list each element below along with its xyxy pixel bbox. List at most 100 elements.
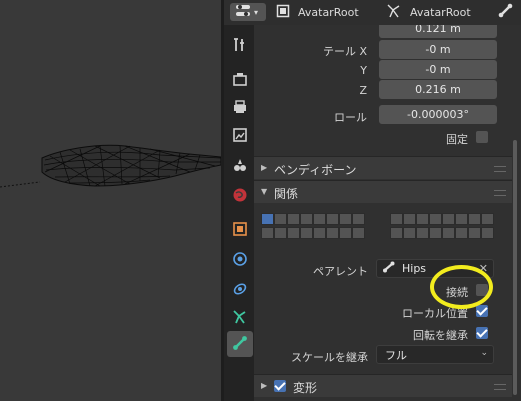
layer-toggle[interactable] xyxy=(468,227,481,239)
bone-properties: 0.121 m テール X -0 m Y -0 m Z 0.216 m ロール … xyxy=(254,25,521,401)
layer-toggle[interactable] xyxy=(339,227,352,239)
constraint-icon xyxy=(232,281,248,300)
pin-button[interactable] xyxy=(498,3,514,21)
chevron-down-icon: ⌄ xyxy=(480,348,488,358)
roll-label: ロール xyxy=(334,111,367,124)
layer-toggle[interactable] xyxy=(313,227,326,239)
layer-toggle[interactable] xyxy=(390,213,403,225)
panel-relations[interactable]: ▼ 関係 xyxy=(254,180,512,203)
layer-toggle[interactable] xyxy=(261,213,274,225)
layer-toggle[interactable] xyxy=(352,213,365,225)
layer-toggle[interactable] xyxy=(261,227,274,239)
layer-toggle[interactable] xyxy=(403,227,416,239)
object-icon xyxy=(232,221,248,240)
drag-handle[interactable] xyxy=(494,384,506,390)
panel-bendy-bones-title: ベンディボーン xyxy=(274,163,357,177)
armature-name: AvatarRoot xyxy=(410,5,471,19)
printer-icon xyxy=(232,99,248,118)
layer-toggle[interactable] xyxy=(326,227,339,239)
tail-x-field[interactable]: -0 m xyxy=(379,40,497,59)
wireframe-mesh xyxy=(0,144,221,188)
render-icon xyxy=(232,71,248,90)
panel-bendy-bones[interactable]: ▶ ベンディボーン xyxy=(254,156,512,179)
roll-field[interactable]: -0.000003° xyxy=(379,105,497,124)
disclosure-triangle-icon: ▶ xyxy=(261,163,268,172)
layer-toggle[interactable] xyxy=(429,227,442,239)
tab-object-data-armature[interactable] xyxy=(227,305,253,331)
layer-toggle[interactable] xyxy=(326,213,339,225)
object-breadcrumb[interactable]: AvatarRoot xyxy=(276,3,359,21)
tail-z-field[interactable]: 0.216 m xyxy=(379,80,497,99)
layer-toggle[interactable] xyxy=(390,227,403,239)
drag-handle[interactable] xyxy=(494,166,506,172)
editor-type-selector[interactable]: ▾ xyxy=(230,3,266,21)
layer-toggle[interactable] xyxy=(416,227,429,239)
armature-icon xyxy=(386,3,402,22)
layer-toggle[interactable] xyxy=(274,227,287,239)
lock-checkbox[interactable] xyxy=(476,131,488,143)
image-icon xyxy=(232,127,248,146)
local-location-checkbox[interactable] xyxy=(476,305,488,317)
head-z-field[interactable]: 0.121 m xyxy=(379,25,497,38)
layer-toggle[interactable] xyxy=(313,213,326,225)
layer-toggle[interactable] xyxy=(352,227,365,239)
bone-pin-icon xyxy=(498,3,514,22)
layer-toggle[interactable] xyxy=(455,213,468,225)
properties-tabs xyxy=(224,25,254,401)
tail-y-label: Y xyxy=(360,64,367,77)
layer-toggle[interactable] xyxy=(468,213,481,225)
deform-checkbox[interactable] xyxy=(274,380,286,392)
scrollbar[interactable] xyxy=(513,140,517,395)
layer-toggle[interactable] xyxy=(274,213,287,225)
tail-y-field[interactable]: -0 m xyxy=(379,60,497,79)
tab-scene[interactable] xyxy=(227,153,253,179)
tab-object[interactable] xyxy=(227,217,253,243)
inherit-rotation-label: 回転を継承 xyxy=(413,329,468,342)
lock-label: 固定 xyxy=(446,133,468,146)
parent-value: Hips xyxy=(402,262,427,275)
layer-toggle[interactable] xyxy=(300,227,313,239)
layer-toggle[interactable] xyxy=(442,213,455,225)
drag-handle[interactable] xyxy=(494,190,506,196)
tab-physics[interactable] xyxy=(227,247,253,273)
3d-viewport[interactable] xyxy=(0,0,221,401)
layer-toggle[interactable] xyxy=(403,213,416,225)
tab-constraints[interactable] xyxy=(227,277,253,303)
tail-x-label: テール X xyxy=(322,45,367,58)
layer-toggle[interactable] xyxy=(416,213,429,225)
layer-toggle[interactable] xyxy=(429,213,442,225)
tail-z-label: Z xyxy=(359,84,367,97)
tab-tool[interactable] xyxy=(227,33,253,59)
layer-toggle[interactable] xyxy=(339,213,352,225)
armature-data-icon xyxy=(232,309,248,328)
object-data-icon xyxy=(276,4,290,21)
panel-deform[interactable]: ▶ 変形 xyxy=(254,374,512,397)
tab-bone[interactable] xyxy=(227,331,253,357)
tab-view-layer[interactable] xyxy=(227,123,253,149)
layer-toggle[interactable] xyxy=(455,227,468,239)
tab-world[interactable] xyxy=(227,183,253,209)
properties-editor-icon xyxy=(236,4,252,21)
tab-render[interactable] xyxy=(227,67,253,93)
layer-toggle[interactable] xyxy=(481,227,494,239)
world-icon xyxy=(232,187,248,206)
layer-toggle[interactable] xyxy=(287,213,300,225)
object-name: AvatarRoot xyxy=(298,5,359,19)
inherit-scale-value: フル xyxy=(385,348,407,362)
inherit-scale-label: スケールを継承 xyxy=(291,351,368,364)
tab-output[interactable] xyxy=(227,95,253,121)
inherit-scale-dropdown[interactable]: フル ⌄ xyxy=(376,345,494,364)
disclosure-triangle-icon: ▶ xyxy=(261,381,268,390)
layer-toggle[interactable] xyxy=(481,213,494,225)
layer-toggle[interactable] xyxy=(287,227,300,239)
layer-toggle[interactable] xyxy=(442,227,455,239)
armature-breadcrumb[interactable]: AvatarRoot xyxy=(386,3,471,21)
bone-icon xyxy=(382,260,396,277)
inherit-rotation-checkbox[interactable] xyxy=(476,327,488,339)
layer-toggle[interactable] xyxy=(300,213,313,225)
local-location-label: ローカル位置 xyxy=(402,307,468,320)
disclosure-triangle-open-icon: ▼ xyxy=(261,187,268,196)
parent-label: ペアレント xyxy=(313,265,368,278)
tool-icon xyxy=(232,37,248,56)
bone-icon xyxy=(232,335,248,354)
